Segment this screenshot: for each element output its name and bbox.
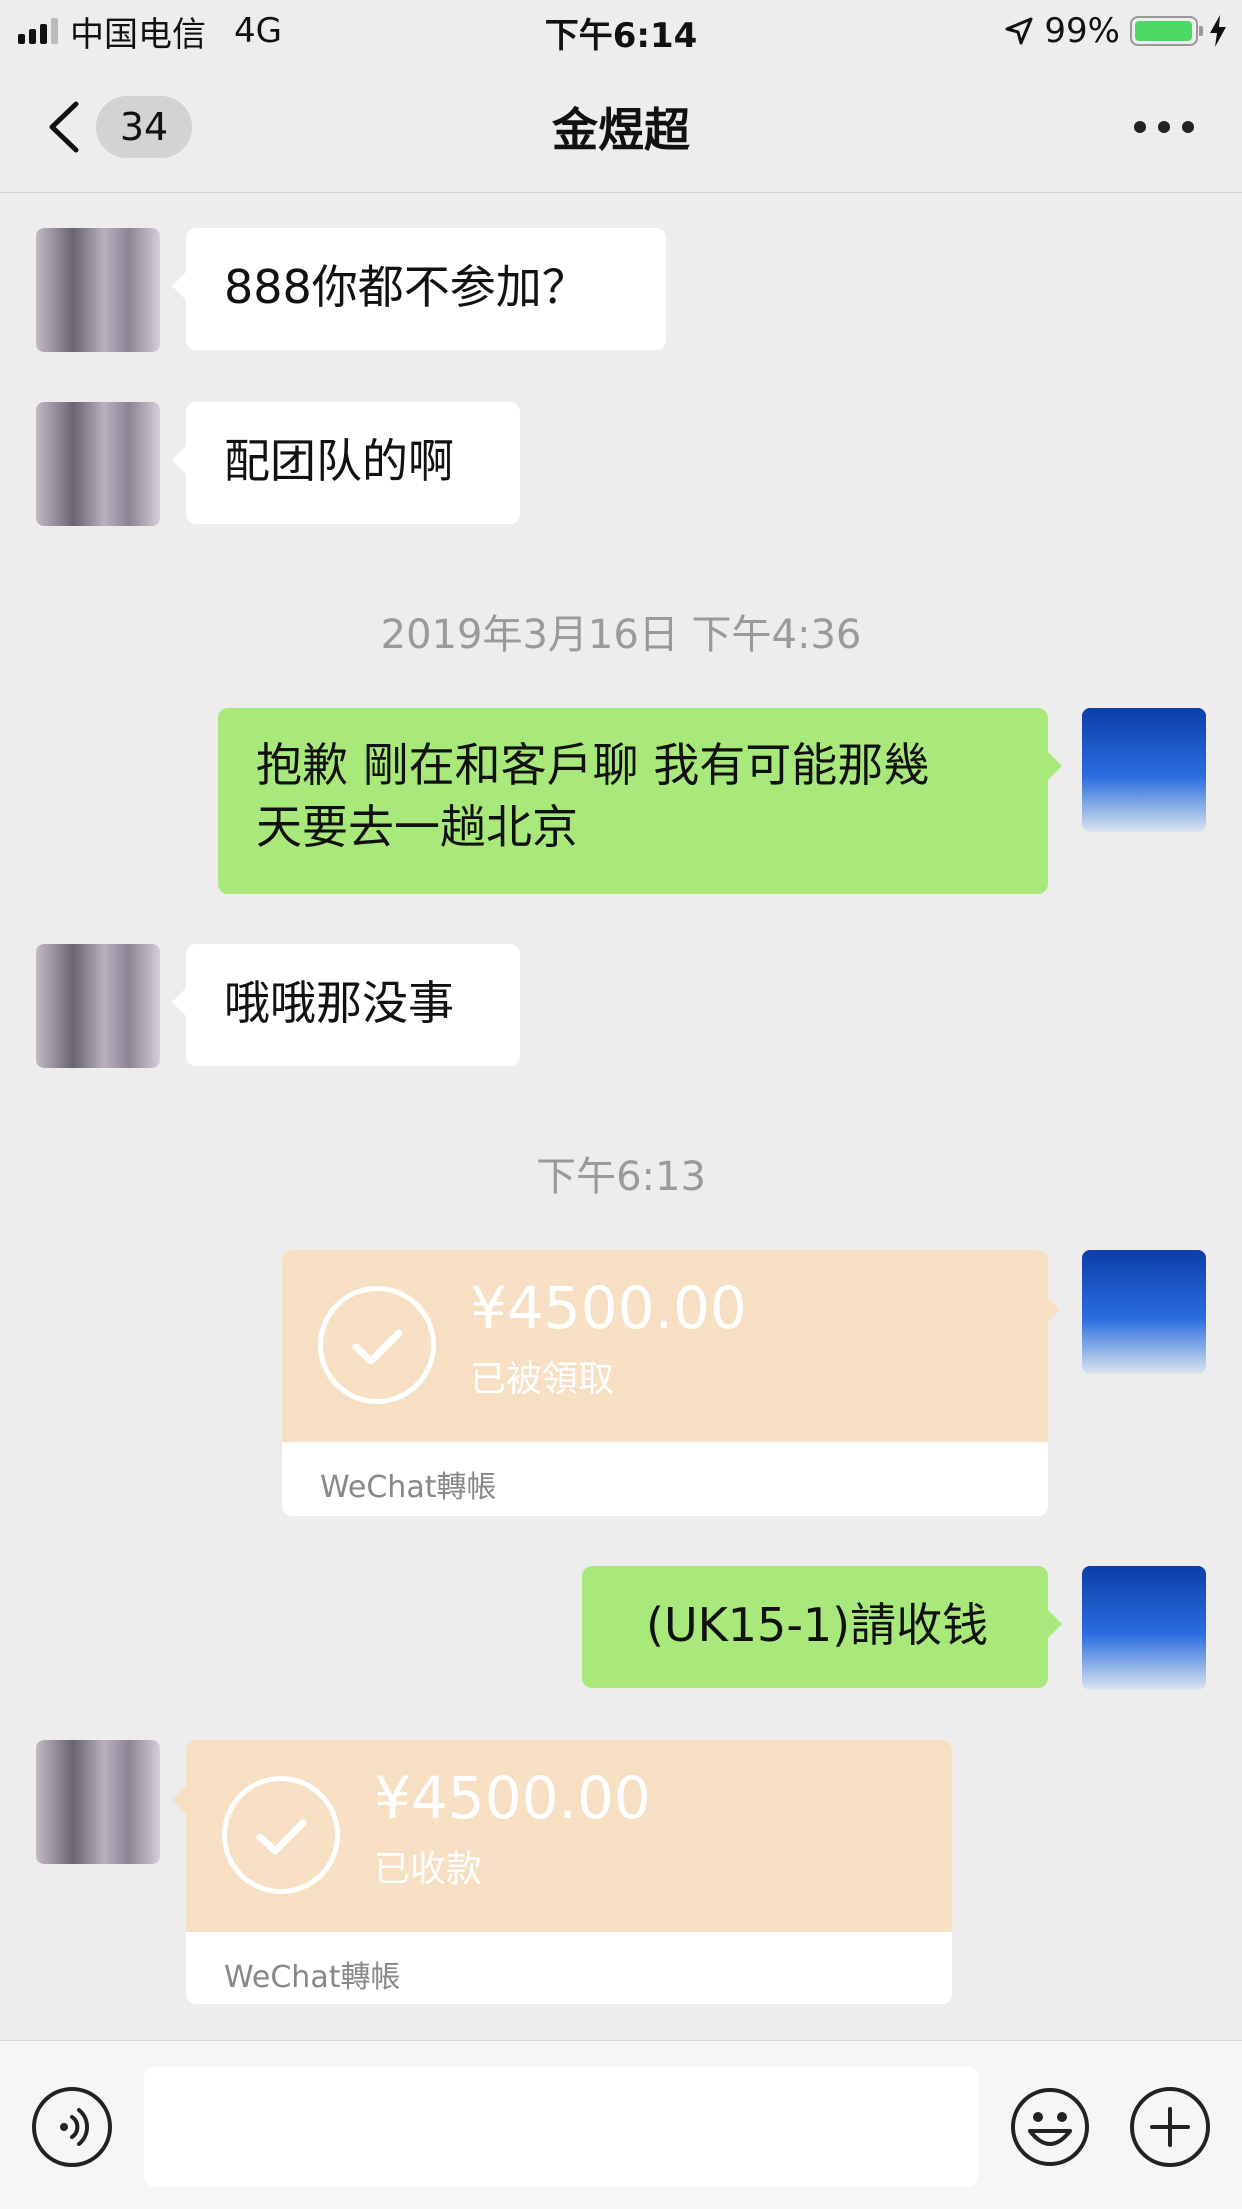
- battery-icon: [1130, 16, 1203, 46]
- transfer-amount: ¥4500.00: [374, 1764, 651, 1832]
- transfer-amount: ¥4500.00: [470, 1274, 747, 1342]
- bubble-tail: [172, 1786, 186, 1814]
- friend-avatar[interactable]: [36, 402, 160, 526]
- message-input[interactable]: [144, 2067, 978, 2187]
- transfer-status: 已收款: [374, 1849, 483, 1890]
- chat-title: 金煜超: [552, 103, 690, 157]
- voice-icon[interactable]: [32, 2087, 112, 2167]
- message-text-line2: 天要去一趟北京: [256, 800, 578, 854]
- nav-bar: 34 金煜超: [0, 62, 1242, 193]
- message-text: 888你都不参加？: [224, 260, 588, 314]
- message-text: 哦哦那没事: [224, 976, 454, 1030]
- incoming-message-bubble[interactable]: 配团队的啊: [172, 402, 520, 524]
- my-avatar[interactable]: [1082, 1250, 1206, 1374]
- status-bar: 中国电信 4G 下午6:14 99%: [0, 0, 1242, 62]
- message-text-line1: 抱歉 剛在和客戶聊 我有可能那幾: [256, 738, 930, 792]
- battery-level: [1135, 21, 1193, 41]
- transfer-footer: WeChat轉帳: [320, 1470, 497, 1505]
- my-avatar[interactable]: [1082, 1566, 1206, 1690]
- location-arrow-icon: [1005, 17, 1033, 45]
- plus-icon[interactable]: [1130, 2087, 1210, 2167]
- transfer-check-icon: [222, 1776, 340, 1894]
- friend-avatar[interactable]: [36, 944, 160, 1068]
- transfer-footer: WeChat轉帳: [224, 1960, 401, 1995]
- friend-avatar[interactable]: [36, 1740, 160, 1864]
- outgoing-message-bubble[interactable]: (UK15-1)請收钱: [582, 1566, 1062, 1688]
- my-avatar[interactable]: [1082, 708, 1206, 832]
- incoming-message-bubble[interactable]: 哦哦那没事: [172, 944, 520, 1066]
- message-text: (UK15-1)請收钱: [646, 1598, 989, 1652]
- transfer-card[interactable]: ¥4500.00 已被領取 WeChat轉帳: [282, 1250, 1048, 1516]
- transfer-check-icon: [318, 1286, 436, 1404]
- more-icon[interactable]: [1134, 117, 1194, 137]
- input-bar: [0, 2040, 1242, 2209]
- chat-timestamp: 2019年3月16日 下午4:36: [380, 612, 862, 658]
- outgoing-message-bubble[interactable]: 抱歉 剛在和客戶聊 我有可能那幾 天要去一趟北京: [218, 708, 1062, 894]
- battery-percent: 99%: [1044, 11, 1120, 51]
- message-text: 配团队的啊: [224, 434, 454, 488]
- chat-timestamp: 下午6:13: [536, 1154, 706, 1200]
- friend-avatar[interactable]: [36, 228, 160, 352]
- charging-bolt-icon: [1210, 15, 1226, 47]
- transfer-card[interactable]: ¥4500.00 已收款 WeChat轉帳: [186, 1740, 952, 2004]
- bubble-tail: [1046, 1296, 1060, 1324]
- emoji-icon[interactable]: [1010, 2087, 1090, 2167]
- transfer-status: 已被領取: [470, 1359, 615, 1400]
- status-right: 99%: [1004, 8, 1228, 54]
- incoming-message-bubble[interactable]: 888你都不参加？: [172, 228, 666, 350]
